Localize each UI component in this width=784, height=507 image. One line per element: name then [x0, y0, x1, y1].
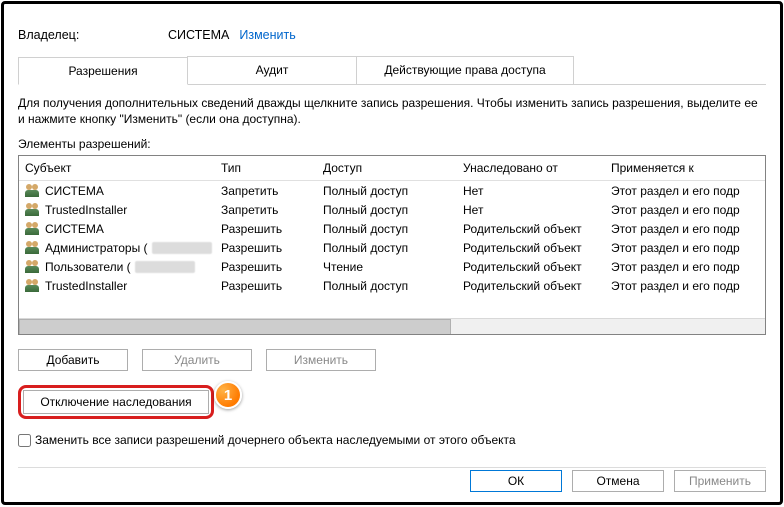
group-icon: [25, 222, 41, 236]
cell-applies: Этот раздел и его подр: [605, 257, 765, 276]
separator: [18, 467, 766, 468]
advanced-security-dialog: Владелец: СИСТЕМА Изменить Разрешения Ау…: [1, 1, 783, 505]
col-access[interactable]: Доступ: [317, 156, 457, 180]
cell-access: Полный доступ: [317, 276, 457, 295]
tab-permissions[interactable]: Разрешения: [18, 57, 188, 85]
cell-subject-text: TrustedInstaller: [45, 203, 127, 217]
replace-child-label: Заменить все записи разрешений дочернего…: [35, 433, 516, 447]
cell-inherited: Родительский объект: [457, 276, 605, 295]
cell-type: Запретить: [215, 181, 317, 200]
cell-access: Полный доступ: [317, 238, 457, 257]
col-type[interactable]: Тип: [215, 156, 317, 180]
list-buttons: Добавить Удалить Изменить: [18, 349, 766, 371]
change-owner-link[interactable]: Изменить: [239, 28, 295, 42]
cell-type: Запретить: [215, 200, 317, 219]
cell-subject: Пользователи ( xxxxxxxx: [19, 257, 215, 276]
cell-inherited: Нет: [457, 181, 605, 200]
group-icon: [25, 184, 41, 198]
apply-button: Применить: [674, 470, 766, 492]
replace-child-row: Заменить все записи разрешений дочернего…: [18, 433, 766, 447]
cancel-button[interactable]: Отмена: [572, 470, 664, 492]
tab-bar: Разрешения Аудит Действующие права досту…: [18, 56, 766, 85]
redacted: xxxxxxxx: [152, 242, 212, 254]
elements-label: Элементы разрешений:: [18, 137, 766, 151]
info-text: Для получения дополнительных сведений дв…: [18, 95, 766, 127]
owner-row: Владелец: СИСТЕМА Изменить: [18, 28, 766, 42]
col-subject[interactable]: Субъект: [19, 156, 215, 180]
group-icon: [25, 260, 41, 274]
cell-access: Полный доступ: [317, 181, 457, 200]
owner-value: СИСТЕМА: [168, 28, 229, 42]
table-row[interactable]: СИСТЕМА РазрешитьПолный доступРодительски…: [19, 219, 765, 238]
cell-subject-text: СИСТЕМА: [45, 184, 104, 198]
col-applies[interactable]: Применяется к: [605, 156, 765, 180]
cell-inherited: Нет: [457, 200, 605, 219]
col-inherited[interactable]: Унаследовано от: [457, 156, 605, 180]
step-badge: 1: [214, 381, 242, 409]
disable-inheritance-highlight: Отключение наследования 1: [18, 385, 214, 419]
disable-inheritance-button[interactable]: Отключение наследования: [23, 390, 209, 414]
cell-type: Разрешить: [215, 276, 317, 295]
edit-button: Изменить: [266, 349, 376, 371]
tab-audit[interactable]: Аудит: [187, 56, 357, 84]
remove-button: Удалить: [142, 349, 252, 371]
cell-inherited: Родительский объект: [457, 238, 605, 257]
group-icon: [25, 241, 41, 255]
add-button[interactable]: Добавить: [18, 349, 128, 371]
ok-button[interactable]: ОК: [470, 470, 562, 492]
footer-buttons: ОК Отмена Применить: [470, 470, 766, 492]
cell-subject-text: TrustedInstaller: [45, 279, 127, 293]
owner-label: Владелец:: [18, 28, 168, 42]
horizontal-scrollbar[interactable]: [19, 318, 765, 334]
cell-applies: Этот раздел и его подр: [605, 276, 765, 295]
list-header: Субъект Тип Доступ Унаследовано от Приме…: [19, 156, 765, 181]
cell-inherited: Родительский объект: [457, 257, 605, 276]
table-row[interactable]: TrustedInstaller РазрешитьПолный доступРо…: [19, 276, 765, 295]
cell-access: Полный доступ: [317, 200, 457, 219]
cell-type: Разрешить: [215, 219, 317, 238]
cell-subject: TrustedInstaller: [19, 276, 215, 295]
cell-access: Чтение: [317, 257, 457, 276]
cell-applies: Этот раздел и его подр: [605, 238, 765, 257]
cell-inherited: Родительский объект: [457, 219, 605, 238]
cell-subject-text: Пользователи (: [45, 260, 131, 274]
cell-applies: Этот раздел и его подр: [605, 200, 765, 219]
cell-subject: СИСТЕМА: [19, 181, 215, 200]
table-row[interactable]: СИСТЕМА ЗапретитьПолный доступНетЭтот раз…: [19, 181, 765, 200]
rows-container: СИСТЕМАЗапретитьПолный доступНетЭтот раз…: [19, 181, 765, 295]
cell-subject-text: СИСТЕМА: [45, 222, 104, 236]
table-row[interactable]: Администраторы ( xxxxxxxxРазрешитьПолный …: [19, 238, 765, 257]
tab-effective-access[interactable]: Действующие права доступа: [356, 56, 574, 84]
table-row[interactable]: Пользователи ( xxxxxxxx РазрешитьЧтениеРод…: [19, 257, 765, 276]
cell-applies: Этот раздел и его подр: [605, 181, 765, 200]
table-row[interactable]: TrustedInstaller ЗапретитьПолный доступНе…: [19, 200, 765, 219]
group-icon: [25, 203, 41, 217]
cell-type: Разрешить: [215, 257, 317, 276]
cell-subject: СИСТЕМА: [19, 219, 215, 238]
cell-subject-text: Администраторы (: [45, 241, 148, 255]
cell-applies: Этот раздел и его подр: [605, 219, 765, 238]
cell-subject: Администраторы ( xxxxxxxx: [19, 238, 215, 257]
redacted: xxxxxxxx: [135, 261, 195, 273]
cell-subject: TrustedInstaller: [19, 200, 215, 219]
replace-child-checkbox[interactable]: [18, 434, 31, 447]
permissions-list[interactable]: Субъект Тип Доступ Унаследовано от Приме…: [18, 155, 766, 335]
cell-type: Разрешить: [215, 238, 317, 257]
group-icon: [25, 279, 41, 293]
cell-access: Полный доступ: [317, 219, 457, 238]
